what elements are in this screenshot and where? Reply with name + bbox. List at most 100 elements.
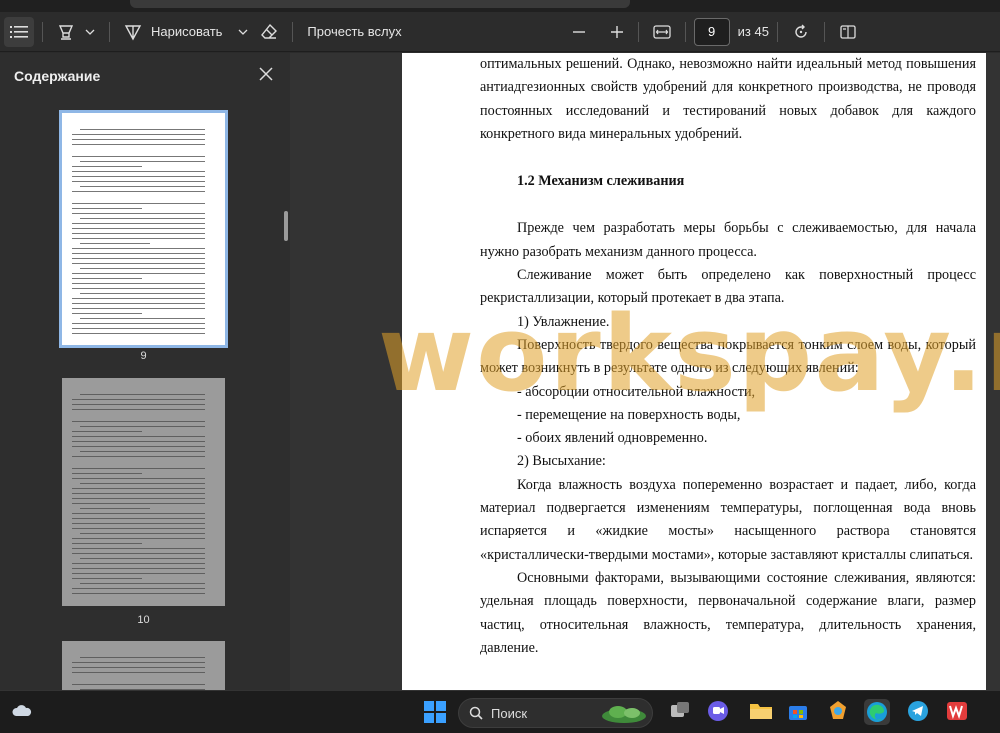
thumbnail-text-line xyxy=(80,218,205,220)
rotate-button[interactable] xyxy=(786,17,816,47)
thumbnail-page-number: 10 xyxy=(137,614,150,626)
fit-width-icon xyxy=(652,24,671,40)
search-highlight-icon xyxy=(600,702,648,724)
thumbnail-text-line xyxy=(72,258,205,260)
weather-widget[interactable] xyxy=(10,699,36,725)
document-page: оптимальных решений. Однако, невозможно … xyxy=(402,53,986,690)
zoom-out-button[interactable] xyxy=(566,17,592,47)
page-thumbnail-10[interactable] xyxy=(62,378,225,606)
thumbnail-text-line xyxy=(72,404,205,406)
thumbnail-text-line xyxy=(72,253,205,255)
toolbar-separator xyxy=(42,21,43,42)
paragraph: Прежде чем разработать меры борьбы с сле… xyxy=(480,220,976,260)
thumbnail-text-line xyxy=(72,273,205,275)
thumbnail-text-line xyxy=(72,213,205,215)
search-label: Поиск xyxy=(491,705,528,721)
thumbnail-text-line xyxy=(72,667,205,669)
thumbnail-text-line xyxy=(72,208,142,210)
thumbnail-text-line xyxy=(72,431,142,433)
chevron-down-icon[interactable] xyxy=(85,29,95,35)
thumbnail-text-line xyxy=(72,421,205,423)
page-number-input[interactable]: 9 xyxy=(693,17,730,46)
thumbnail-text-line xyxy=(72,446,205,448)
telegram-icon xyxy=(906,699,932,723)
paragraph: оптимальных решений. Однако, невозможно … xyxy=(480,56,976,142)
start-button[interactable] xyxy=(422,699,448,725)
thumbnail-text-line xyxy=(80,318,205,320)
close-icon xyxy=(258,66,274,82)
list-item: - обоих явлений одновременно. xyxy=(517,430,708,447)
paragraph: Основными факторами, вызывающими состоян… xyxy=(480,569,976,656)
cloud-icon xyxy=(10,699,36,723)
contents-toggle-button[interactable] xyxy=(4,16,34,47)
thumbnail-text-line xyxy=(72,144,205,146)
thumbnail-text-line xyxy=(72,248,205,250)
thumbnail-text-line xyxy=(80,508,150,510)
page-thumbnail-11[interactable] xyxy=(62,641,225,690)
thumbnail-text-line xyxy=(80,293,205,295)
thumbnail-text-line xyxy=(72,313,142,315)
page-view-button[interactable] xyxy=(833,17,863,47)
thumbnail-text-line xyxy=(80,426,205,428)
thumbnail-text-line xyxy=(72,176,205,178)
thumbnail-text-line xyxy=(80,558,205,560)
thumbnail-text-line xyxy=(72,568,205,570)
thumbnail-text-line xyxy=(72,328,205,330)
thumbnail-text-line xyxy=(80,394,205,396)
photos-button[interactable] xyxy=(826,699,852,725)
page-thumbnail-9[interactable] xyxy=(59,110,228,348)
word-button[interactable] xyxy=(945,699,971,725)
thumbnail-text-line xyxy=(80,533,205,535)
chat-app-button[interactable] xyxy=(706,699,732,725)
sidebar-scrollbar[interactable] xyxy=(284,211,288,241)
store-icon xyxy=(786,699,812,723)
thumbnail-text-line xyxy=(72,456,205,458)
chat-icon xyxy=(706,699,732,723)
sidebar-title: Содержание xyxy=(14,68,101,84)
browser-tab[interactable] xyxy=(130,0,630,8)
thumbnail-text-line xyxy=(72,478,205,480)
telegram-button[interactable] xyxy=(906,699,932,725)
thumbnail-text-line xyxy=(72,436,205,438)
edge-icon xyxy=(864,699,890,725)
zoom-in-button[interactable] xyxy=(604,17,630,47)
highlight-button[interactable] xyxy=(51,17,101,47)
read-aloud-button[interactable]: Прочесть вслух xyxy=(301,17,407,47)
chevron-down-icon[interactable] xyxy=(238,29,248,35)
pen-icon xyxy=(124,23,142,41)
thumbnail-text-line xyxy=(72,166,142,168)
thumbnail-text-line xyxy=(72,278,142,280)
thumbnail-text-line xyxy=(72,548,205,550)
close-sidebar-button[interactable] xyxy=(258,66,274,82)
taskbar-search[interactable]: Поиск xyxy=(458,698,653,728)
document-viewer[interactable]: оптимальных решений. Однако, невозможно … xyxy=(290,53,1000,690)
store-button[interactable] xyxy=(786,699,812,725)
thumbnail-text-line xyxy=(80,657,205,659)
draw-button[interactable]: Нарисовать xyxy=(118,17,254,47)
thumbnail-text-line xyxy=(72,578,142,580)
thumbnail-text-line xyxy=(72,333,205,335)
thumbnail-text-line xyxy=(72,238,205,240)
thumbnail-text-line xyxy=(72,498,205,500)
paragraph: Когда влажность воздуха попеременно возр… xyxy=(480,476,976,563)
list-item: - абсорбции относительной влажности, xyxy=(517,383,756,400)
page-total: из 45 xyxy=(737,24,769,39)
thumbnail-text-line xyxy=(72,409,205,411)
thumbnail-text-line xyxy=(72,263,205,265)
thumbnail-page-number: 9 xyxy=(140,350,147,362)
task-view-button[interactable] xyxy=(668,699,694,725)
thumbnail-text-line xyxy=(72,288,205,290)
thumbnail-text-line xyxy=(72,588,205,590)
toolbar-separator xyxy=(637,21,639,42)
thumbnail-text-line xyxy=(72,156,205,158)
thumbnail-text-line xyxy=(72,191,205,193)
thumbnail-text-line xyxy=(80,243,150,245)
eraser-button[interactable] xyxy=(254,17,284,47)
document-app-icon xyxy=(945,699,971,723)
thumbnail-text-line xyxy=(72,171,205,173)
thumbnail-text-line xyxy=(80,268,205,270)
thumbnail-text-line xyxy=(72,488,205,490)
fit-width-button[interactable] xyxy=(647,17,677,47)
edge-browser-button[interactable] xyxy=(864,699,890,725)
file-explorer-button[interactable] xyxy=(748,699,774,725)
